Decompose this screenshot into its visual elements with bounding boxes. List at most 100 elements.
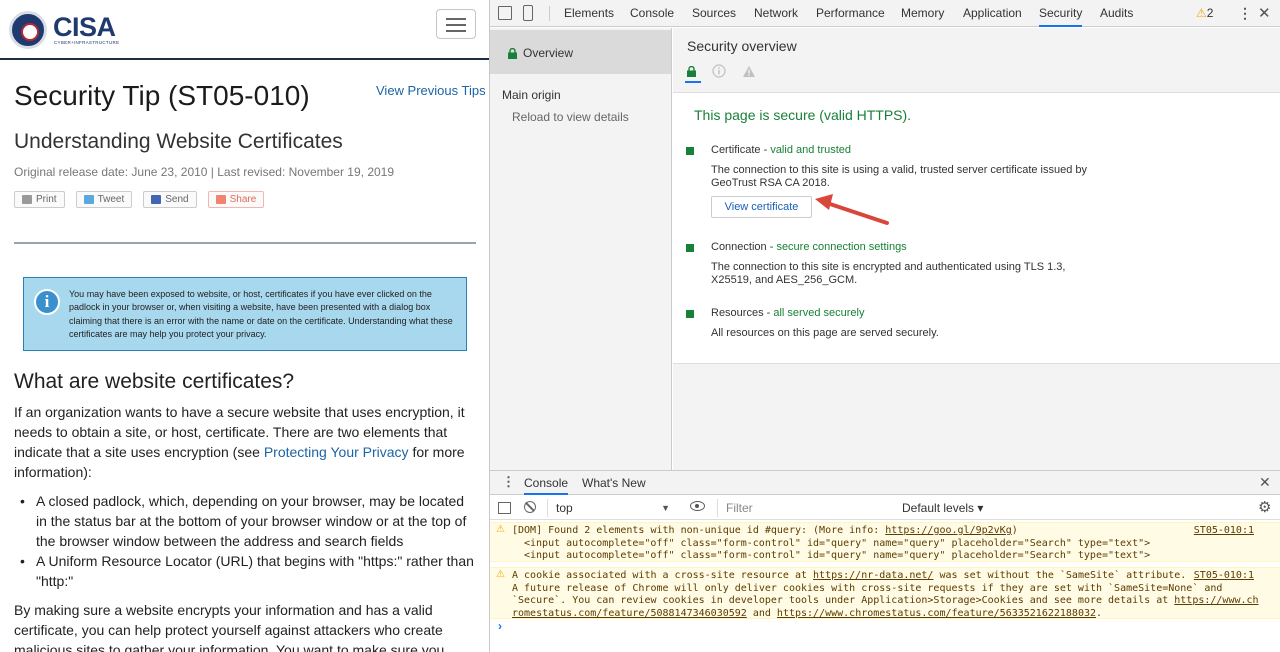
device-toolbar-icon[interactable] (523, 5, 533, 21)
resources-description: All resources on this page are served se… (711, 327, 939, 339)
view-certificate-button[interactable]: View certificate (711, 196, 812, 218)
console-element-line[interactable]: <input autocomplete="off" class="form-co… (524, 538, 1150, 551)
hamburger-icon (446, 18, 466, 20)
paragraph: If an organization wants to have a secur… (14, 402, 476, 482)
more-options-icon[interactable]: ⋮ (1238, 5, 1252, 22)
inspect-icon[interactable] (498, 6, 512, 20)
drawer-tab-bar: ⋮ Console What's New ✕ (490, 471, 1280, 495)
warning-icon: ⚠ (496, 524, 505, 535)
print-label: Print (36, 194, 57, 205)
resources-title: Resources - all served securely (711, 307, 865, 319)
tab-audits[interactable]: Audits (1100, 0, 1133, 27)
chromestatus-link[interactable]: https://www.ch (1174, 595, 1258, 606)
divider (14, 242, 476, 244)
cisa-seal-icon[interactable] (9, 11, 47, 49)
page-subtitle: Understanding Website Certificates (14, 130, 343, 153)
tab-elements[interactable]: Elements (564, 0, 614, 27)
main-origin-label: Main origin (502, 88, 561, 102)
message-text: . (1096, 607, 1103, 619)
print-button[interactable]: Print (14, 191, 65, 208)
share-label: Share (229, 194, 257, 205)
context-value: top (556, 501, 573, 515)
connection-label: Connection (711, 241, 767, 253)
console-message-text: romestatus.com/feature/5088147346030592 … (512, 608, 1102, 621)
more-info-link[interactable]: https://goo.gl/9p2vKg (885, 525, 1011, 536)
security-state-icons (685, 64, 756, 83)
filter-input[interactable]: Filter (717, 499, 895, 517)
tab-memory[interactable]: Memory (901, 0, 944, 27)
list-item: A closed padlock, which, depending on yo… (20, 491, 476, 551)
devtools-panel: Elements Console Sources Network Perform… (490, 0, 1280, 652)
certificate-title: Certificate - valid and trusted (711, 144, 852, 156)
twitter-icon (83, 195, 94, 204)
connection-status: secure connection settings (776, 241, 907, 253)
devtools-tab-bar: Elements Console Sources Network Perform… (490, 0, 1280, 27)
info-icon: i (34, 289, 60, 315)
context-selector[interactable]: top ▼ (547, 499, 674, 517)
tab-performance[interactable]: Performance (816, 0, 885, 27)
status-indicator (686, 310, 694, 318)
console-message-text: `Secure`. You can review cookies in deve… (512, 595, 1259, 608)
separator (549, 6, 550, 21)
send-button[interactable]: Send (143, 191, 197, 208)
view-previous-tips-link[interactable]: View Previous Tips (376, 83, 486, 98)
page-title: Security Tip (ST05-010) (14, 80, 310, 111)
log-levels-dropdown[interactable]: Default levels ▾ (902, 499, 983, 517)
menu-button[interactable] (436, 9, 476, 39)
list-item: A Uniform Resource Locator (URL) that be… (20, 551, 476, 591)
warning-triangle-icon (743, 65, 755, 77)
console-element-line[interactable]: <input autocomplete="off" class="form-co… (524, 550, 1150, 563)
resource-link[interactable]: https://nr-data.net/ (813, 570, 933, 581)
tab-network[interactable]: Network (754, 0, 798, 27)
drawer-tab-console[interactable]: Console (524, 471, 569, 495)
gear-icon[interactable]: ⚙ (1258, 498, 1271, 516)
source-link[interactable]: ST05-010:1 (1194, 570, 1254, 583)
resources-status: all served securely (773, 307, 865, 319)
resources-label: Resources (711, 307, 764, 319)
site-logo[interactable]: CISA (53, 12, 116, 43)
tab-console[interactable]: Console (630, 0, 674, 27)
console-message-text: A cookie associated with a cross-site re… (512, 570, 1192, 583)
share-button[interactable]: Share (207, 191, 265, 208)
printer-icon (22, 195, 32, 204)
dropdown-arrow-icon: ▼ (661, 503, 670, 513)
certificate-status: valid and trusted (770, 144, 852, 156)
share-bar: Print Tweet Send Share (14, 191, 265, 208)
console-message-text: [DOM] Found 2 elements with non-unique i… (512, 525, 1018, 538)
console-drawer: ⋮ Console What's New ✕ top ▼ Filter Defau… (490, 470, 1280, 652)
warnings-counter[interactable]: ⚠2 (1196, 6, 1213, 20)
sidebar-item-overview[interactable]: Overview (490, 30, 671, 74)
tab-application[interactable]: Application (963, 0, 1022, 27)
console-message-text: A future release of Chrome will only del… (512, 582, 1223, 594)
status-indicator (686, 147, 694, 155)
plus-icon (215, 195, 226, 204)
chromestatus-link[interactable]: romestatus.com/feature/5088147346030592 (512, 608, 747, 619)
close-drawer-icon[interactable]: ✕ (1259, 474, 1271, 491)
protecting-privacy-link[interactable]: Protecting Your Privacy (264, 444, 409, 460)
warning-icon: ⚠ (1196, 6, 1207, 20)
clear-console-icon[interactable] (524, 501, 536, 513)
info-circle-icon (712, 64, 726, 78)
release-date: Original release date: June 23, 2010 | L… (14, 165, 395, 179)
tweet-label: Tweet (97, 194, 125, 205)
active-indicator (685, 81, 701, 83)
site-logo-subtitle: CYBER+INFRASTRUCTURE (54, 40, 120, 45)
chromestatus-link[interactable]: https://www.chromestatus.com/feature/563… (777, 608, 1096, 619)
facebook-icon (151, 195, 162, 204)
source-link[interactable]: ST05-010:1 (1194, 525, 1254, 538)
status-indicator (686, 244, 694, 252)
message-text: and (746, 607, 777, 619)
sidebar-toggle-icon[interactable] (498, 502, 511, 514)
tab-security[interactable]: Security (1039, 0, 1083, 27)
close-icon[interactable]: ✕ (1258, 4, 1271, 22)
tweet-button[interactable]: Tweet (75, 191, 133, 208)
tab-sources[interactable]: Sources (692, 0, 736, 27)
message-text: A cookie associated with a cross-site re… (512, 570, 814, 581)
message-text: [DOM] Found 2 elements with non-unique i… (512, 525, 886, 536)
drawer-tab-whats-new[interactable]: What's New (582, 471, 646, 495)
paragraph: By making sure a website encrypts your i… (14, 602, 445, 652)
certificate-description: The connection to this site is using a v… (711, 164, 1088, 189)
console-prompt[interactable]: › (498, 619, 502, 633)
live-expression-eye-icon[interactable] (690, 501, 705, 511)
drawer-menu-icon[interactable]: ⋮ (502, 474, 515, 490)
